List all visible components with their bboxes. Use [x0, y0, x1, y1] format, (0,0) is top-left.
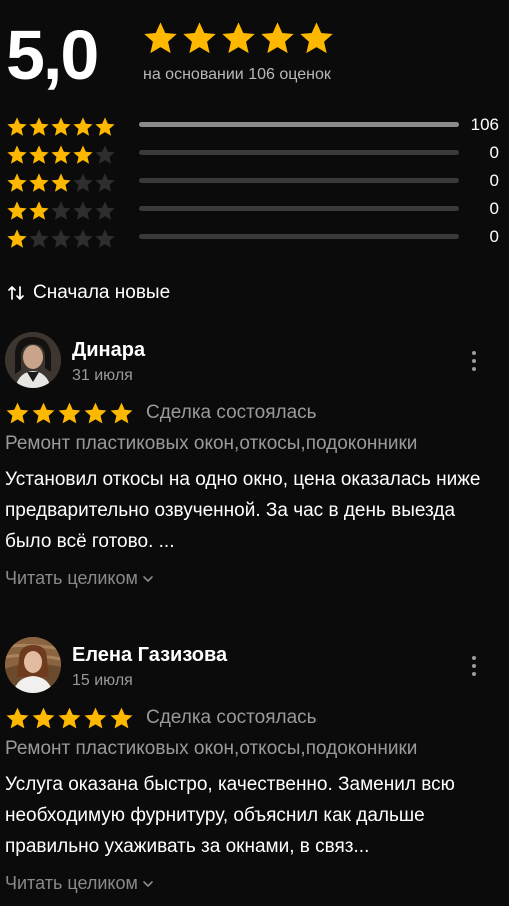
- distribution-row-1[interactable]: 0: [6, 226, 501, 254]
- avatar[interactable]: [5, 637, 61, 693]
- star-empty-icon: [94, 200, 116, 222]
- review-stars: [5, 401, 135, 431]
- distribution-count: 0: [489, 171, 499, 190]
- chevron-down-icon: [142, 878, 154, 890]
- reviewer-name: Динара: [72, 339, 146, 361]
- star-filled-icon: [6, 172, 28, 194]
- dot: [472, 367, 476, 371]
- more-options-button[interactable]: [462, 346, 486, 376]
- average-stars: [142, 20, 337, 66]
- distribution-count: 106: [470, 115, 499, 134]
- row-stars: [6, 116, 116, 142]
- star-icon: [181, 20, 218, 57]
- row-stars: [6, 228, 116, 254]
- star-filled-icon: [28, 200, 50, 222]
- service-categories: Ремонт пластиковых окон,откосы,подоконни…: [5, 433, 418, 454]
- star-icon: [142, 20, 179, 57]
- sort-arrows-icon: [6, 283, 26, 303]
- distribution-bar: [139, 234, 459, 239]
- star-empty-icon: [94, 172, 116, 194]
- distribution-count: 0: [489, 143, 499, 162]
- star-filled-icon: [28, 172, 50, 194]
- distribution-row-5[interactable]: 106: [6, 114, 501, 142]
- row-stars: [6, 172, 116, 198]
- star-icon: [298, 20, 335, 57]
- distribution-row-2[interactable]: 0: [6, 198, 501, 226]
- distribution-row-3[interactable]: 0: [6, 170, 501, 198]
- more-options-button[interactable]: [462, 651, 486, 681]
- sort-label: Сначала новые: [33, 282, 171, 303]
- distribution-row-4[interactable]: 0: [6, 142, 501, 170]
- review-card: Елена Газизова 15 июля Сделка состоялась…: [0, 637, 509, 906]
- star-filled-icon: [5, 401, 30, 426]
- star-filled-icon: [5, 706, 30, 731]
- read-more-label: Читать целиком: [5, 873, 138, 893]
- reviewer-name: Елена Газизова: [72, 644, 228, 666]
- rating-distribution: 106 0 0 0 0: [6, 114, 501, 254]
- deal-status: Сделка состоялась: [146, 402, 317, 423]
- review-date: 15 июля: [72, 672, 133, 689]
- review-text: Услуга оказана быстро, качественно. Заме…: [5, 774, 455, 857]
- star-filled-icon: [31, 706, 56, 731]
- dot: [472, 664, 476, 668]
- star-filled-icon: [57, 706, 82, 731]
- rating-summary: 5,0 на основании 106 оценок: [6, 14, 506, 94]
- avatar[interactable]: [5, 332, 61, 388]
- star-filled-icon: [109, 401, 134, 426]
- star-empty-icon: [72, 172, 94, 194]
- star-filled-icon: [72, 144, 94, 166]
- row-stars: [6, 200, 116, 226]
- star-filled-icon: [50, 144, 72, 166]
- star-filled-icon: [28, 144, 50, 166]
- dot: [472, 656, 476, 660]
- star-empty-icon: [72, 228, 94, 250]
- star-filled-icon: [6, 228, 28, 250]
- chevron-down-icon: [142, 573, 154, 585]
- star-filled-icon: [57, 401, 82, 426]
- read-more-link[interactable]: Читать целиком: [5, 873, 154, 894]
- star-filled-icon: [50, 172, 72, 194]
- distribution-count: 0: [489, 199, 499, 218]
- review-text: Установил откосы на одно окно, цена оказ…: [5, 469, 481, 552]
- star-filled-icon: [50, 116, 72, 138]
- star-empty-icon: [72, 200, 94, 222]
- dot: [472, 672, 476, 676]
- star-empty-icon: [94, 144, 116, 166]
- read-more-label: Читать целиком: [5, 568, 138, 588]
- distribution-bar-fill: [139, 122, 459, 127]
- star-filled-icon: [94, 116, 116, 138]
- star-empty-icon: [50, 200, 72, 222]
- distribution-bar: [139, 122, 459, 127]
- star-filled-icon: [72, 116, 94, 138]
- review-stars: [5, 706, 135, 736]
- distribution-bar: [139, 150, 459, 155]
- review-card: Динара 31 июля Сделка состоялась Ремонт …: [0, 332, 509, 612]
- star-filled-icon: [83, 706, 108, 731]
- deal-status: Сделка состоялась: [146, 707, 317, 728]
- read-more-link[interactable]: Читать целиком: [5, 568, 154, 589]
- star-filled-icon: [31, 401, 56, 426]
- ratings-count-text: на основании 106 оценок: [143, 66, 331, 83]
- dot: [472, 359, 476, 363]
- star-filled-icon: [28, 116, 50, 138]
- star-icon: [259, 20, 296, 57]
- row-stars: [6, 144, 116, 170]
- dot: [472, 351, 476, 355]
- star-filled-icon: [6, 116, 28, 138]
- star-filled-icon: [6, 144, 28, 166]
- star-filled-icon: [6, 200, 28, 222]
- star-empty-icon: [94, 228, 116, 250]
- star-empty-icon: [50, 228, 72, 250]
- star-icon: [220, 20, 257, 57]
- average-score: 5,0: [6, 16, 99, 94]
- star-filled-icon: [109, 706, 134, 731]
- sort-button[interactable]: Сначала новые: [6, 281, 170, 305]
- distribution-bar: [139, 178, 459, 183]
- service-categories: Ремонт пластиковых окон,откосы,подоконни…: [5, 738, 418, 759]
- star-empty-icon: [28, 228, 50, 250]
- distribution-count: 0: [489, 227, 499, 246]
- distribution-bar: [139, 206, 459, 211]
- review-date: 31 июля: [72, 367, 133, 384]
- star-filled-icon: [83, 401, 108, 426]
